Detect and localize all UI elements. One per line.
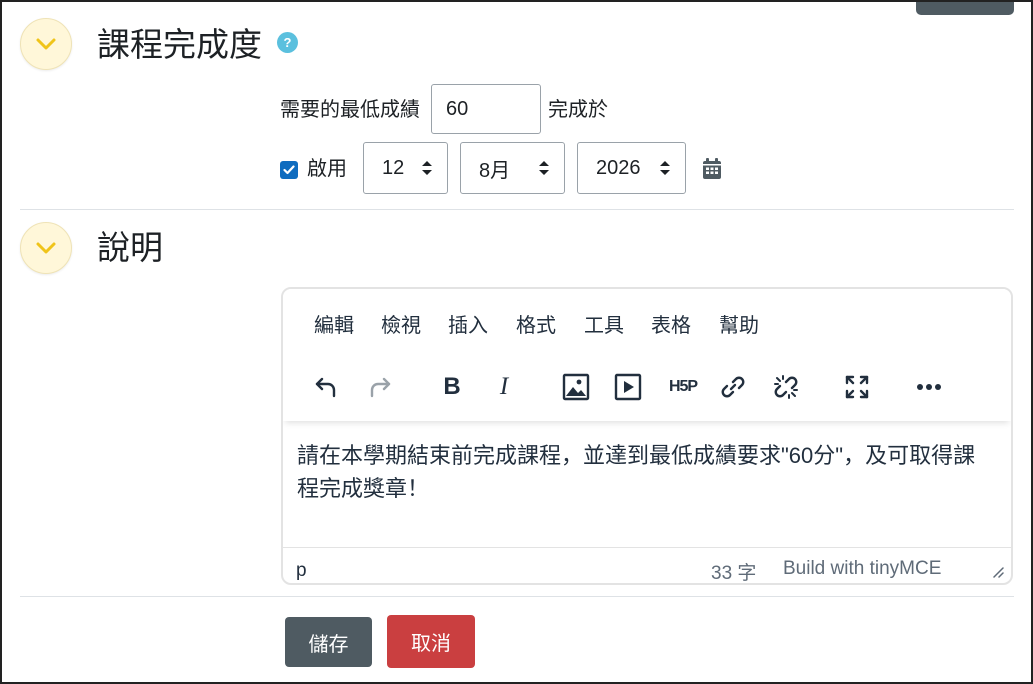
calendar-icon[interactable]: [702, 158, 722, 180]
h5p-icon: H5P: [668, 378, 698, 395]
menu-view[interactable]: 檢視: [381, 316, 421, 336]
italic-icon: I: [499, 373, 509, 400]
branding-link[interactable]: Build with tinyMCE: [783, 558, 941, 580]
editor-header: 編輯 檢視 插入 格式 工具 表格 幫助 B I H5P: [283, 289, 1011, 421]
save-button[interactable]: 儲存: [285, 617, 372, 667]
select-arrows-icon: [660, 161, 670, 175]
bold-button[interactable]: B: [434, 369, 470, 405]
month-select[interactable]: 8月: [460, 142, 565, 194]
media-icon: [614, 373, 642, 401]
year-value: 2026: [596, 156, 641, 179]
menu-help[interactable]: 幫助: [719, 316, 759, 336]
description-section-title: 說明: [97, 229, 163, 266]
insert-h5p-button[interactable]: H5P: [662, 369, 704, 405]
element-path[interactable]: p: [296, 560, 307, 582]
completion-section-title: 課程完成度: [97, 26, 262, 63]
menu-tools[interactable]: 工具: [584, 316, 624, 336]
chevron-down-icon: [36, 38, 56, 50]
editor-content[interactable]: 請在本學期結束前完成課程，並達到最低成績要求"60分"，及可取得課程完成獎章！: [297, 439, 997, 505]
enable-checkbox[interactable]: [280, 161, 298, 179]
help-icon[interactable]: ?: [277, 32, 298, 53]
month-value: 8月: [479, 159, 511, 182]
editor-statusbar: p 33 字 Build with tinyMCE: [283, 547, 1011, 583]
menu-edit[interactable]: 編輯: [314, 316, 354, 336]
menu-table[interactable]: 表格: [651, 316, 691, 336]
chevron-down-icon: [36, 242, 56, 254]
more-button[interactable]: [911, 369, 947, 405]
link-icon: [721, 376, 745, 398]
collapse-description-button[interactable]: [20, 222, 72, 274]
section-divider: [20, 209, 1014, 210]
insert-link-button[interactable]: [715, 369, 751, 405]
enable-label: 啟用: [307, 158, 347, 180]
more-icon: [917, 384, 941, 390]
check-icon: [283, 165, 295, 175]
menu-insert[interactable]: 插入: [448, 316, 488, 336]
bold-icon: B: [443, 373, 461, 400]
redo-button[interactable]: [362, 369, 398, 405]
select-arrows-icon: [422, 161, 432, 175]
insert-image-button[interactable]: [558, 369, 594, 405]
min-grade-label: 需要的最低成績: [280, 99, 420, 121]
day-select[interactable]: 12: [363, 142, 448, 194]
complete-on-label: 完成於: [548, 99, 608, 121]
collapse-completion-button[interactable]: [20, 18, 72, 70]
min-grade-input[interactable]: [431, 84, 541, 134]
day-value: 12: [382, 156, 405, 179]
unlink-icon: [774, 375, 798, 399]
undo-button[interactable]: [308, 369, 344, 405]
top-button-fragment[interactable]: [916, 2, 1014, 15]
resize-handle-icon[interactable]: [992, 566, 1004, 578]
word-count[interactable]: 33 字: [711, 558, 756, 583]
rich-text-editor: 編輯 檢視 插入 格式 工具 表格 幫助 B I H5P 請在本學期結束前完成課…: [281, 287, 1013, 585]
fullscreen-button[interactable]: [839, 369, 875, 405]
form-divider: [20, 596, 1014, 597]
undo-icon: [315, 377, 336, 398]
image-icon: [562, 373, 590, 401]
redo-icon: [370, 377, 391, 398]
unlink-button[interactable]: [768, 369, 804, 405]
menu-format[interactable]: 格式: [516, 316, 556, 336]
page-frame: 課程完成度 ? 需要的最低成績 完成於 啟用 12 8月 2026: [0, 0, 1033, 684]
italic-button[interactable]: I: [486, 369, 522, 405]
year-select[interactable]: 2026: [577, 142, 686, 194]
select-arrows-icon: [539, 161, 549, 175]
fullscreen-icon: [845, 375, 869, 399]
insert-media-button[interactable]: [610, 369, 646, 405]
cancel-button[interactable]: 取消: [387, 615, 475, 668]
